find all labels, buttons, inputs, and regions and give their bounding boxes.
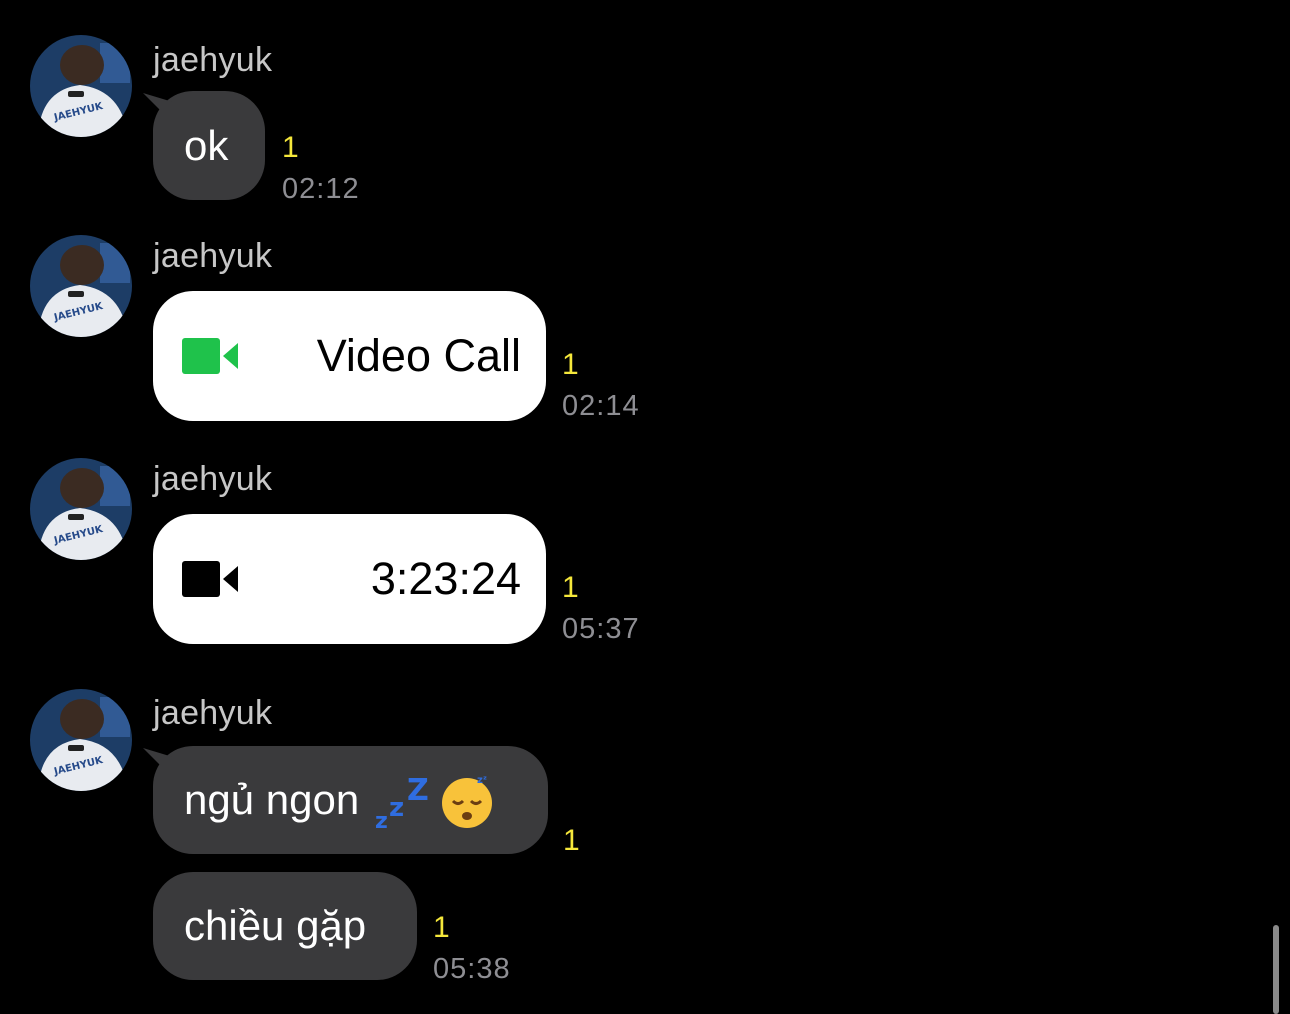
avatar[interactable]: JAEHYUK: [30, 235, 132, 337]
unread-count: 1: [562, 571, 579, 604]
svg-text:z: z: [375, 809, 388, 830]
video-camera-icon: [182, 561, 238, 597]
unread-count: 1: [433, 911, 450, 944]
message-time: 05:37: [562, 613, 640, 645]
video-call-bubble[interactable]: Video Call: [153, 291, 546, 421]
sender-name: jaehyuk: [153, 460, 273, 498]
call-duration: 3:23:24: [370, 553, 521, 604]
avatar[interactable]: JAEHYUK: [30, 458, 132, 560]
message-bubble[interactable]: ok: [153, 91, 265, 200]
unread-count: 1: [282, 131, 299, 164]
message-text: ngủ ngon: [184, 776, 360, 823]
message-time: 02:12: [282, 173, 360, 205]
sleeping-face-icon: zᶻ: [442, 775, 493, 828]
message-time: 02:14: [562, 390, 640, 422]
unread-count: 1: [562, 348, 579, 381]
message-bubble[interactable]: ngủ ngon z z Z zᶻ: [153, 746, 548, 854]
sender-name: jaehyuk: [153, 694, 273, 732]
message-time: 05:38: [433, 953, 511, 985]
message-text: ok: [184, 121, 229, 169]
svg-text:zᶻ: zᶻ: [477, 775, 487, 786]
unread-count: 1: [563, 824, 580, 857]
message-text: chiều gặp: [184, 902, 367, 949]
sender-name: jaehyuk: [153, 237, 273, 275]
avatar[interactable]: JAEHYUK: [30, 35, 132, 137]
chat-area: JAEHYUK jaehyuk ok 1 02:12 JAEHYUK jaehy…: [0, 0, 1290, 1014]
message-bubble[interactable]: chiều gặp: [153, 872, 417, 980]
avatar[interactable]: JAEHYUK: [30, 689, 132, 791]
svg-text:z: z: [389, 793, 404, 823]
video-camera-icon: [182, 338, 238, 374]
sender-name: jaehyuk: [153, 41, 273, 79]
zzz-icon: z z Z: [375, 773, 429, 830]
video-call-bubble[interactable]: 3:23:24: [153, 514, 546, 644]
call-label: Video Call: [316, 330, 521, 381]
scrollbar[interactable]: [1273, 925, 1279, 1014]
svg-text:Z: Z: [407, 773, 429, 808]
